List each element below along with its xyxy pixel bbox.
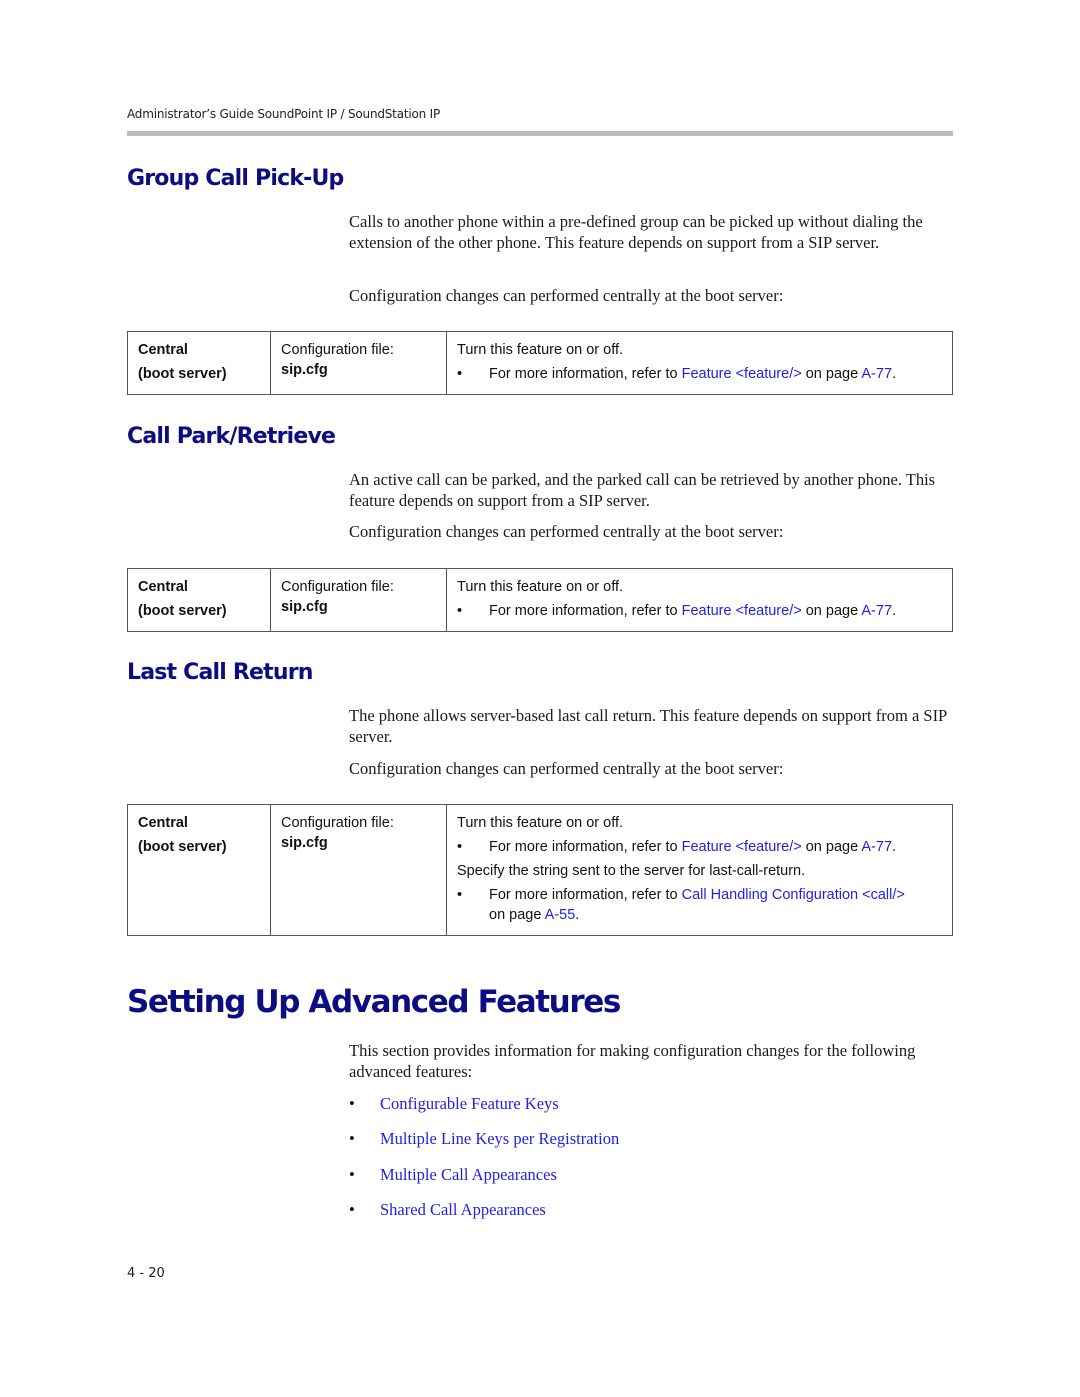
scope-cell: Central (boot server) — [127, 804, 271, 936]
reference-prefix: For more information, refer to — [489, 603, 682, 619]
bullet-icon: • — [349, 1129, 355, 1149]
config-file-name: sip.cfg — [281, 362, 328, 378]
section-title-group-call-pickup: Group Call Pick-Up — [127, 166, 344, 191]
reference-suffix: . — [892, 839, 897, 855]
section-paragraph: Configuration changes can performed cent… — [349, 522, 784, 541]
bullet-icon: • — [349, 1164, 355, 1184]
page-link[interactable]: A-77 — [861, 603, 892, 619]
bullet-icon: • — [457, 603, 463, 619]
reference-bullet: • For more information, refer to Feature… — [457, 599, 942, 623]
advanced-features-list: • Configurable Feature Keys • Multiple Lin… — [349, 1094, 619, 1235]
section-paragraph: Calls to another phone within a pre-defi… — [349, 212, 923, 252]
scope-cell: Central (boot server) — [127, 331, 271, 395]
list-item: • Multiple Line Keys per Registration — [349, 1129, 619, 1164]
header-rule — [127, 131, 953, 136]
config-file-name: sip.cfg — [281, 599, 328, 615]
reference-bullet: • For more information, refer to Feature… — [457, 362, 942, 386]
feature-link[interactable]: Feature <feature/> — [682, 603, 802, 619]
reference-mid: on page — [801, 366, 862, 382]
reference-prefix: For more information, refer to — [489, 887, 682, 903]
bullet-icon: • — [457, 839, 463, 855]
multiple-line-keys-link[interactable]: Multiple Line Keys per Registration — [380, 1129, 619, 1149]
description-cell: Turn this feature on or off. • For more … — [446, 568, 953, 632]
running-header: Administrator’s Guide SoundPoint IP / So… — [127, 107, 441, 121]
reference-suffix: . — [892, 366, 897, 382]
table-row: Central (boot server) Configuration file… — [127, 804, 953, 936]
chapter-title-advanced-features: Setting Up Advanced Features — [127, 984, 621, 1020]
advanced-intro: This section provides information for ma… — [349, 1041, 916, 1081]
config-file-label: Configuration file: — [281, 815, 394, 831]
config-table-group-call-pickup: Central (boot server) Configuration file… — [127, 331, 953, 395]
description-text: Turn this feature on or off. — [457, 815, 624, 831]
bullet-icon: • — [349, 1199, 355, 1219]
scope-sublabel: (boot server) — [138, 366, 227, 382]
config-file-name: sip.cfg — [281, 835, 328, 851]
config-file-label: Configuration file: — [281, 342, 394, 358]
reference-bullet: • For more information, refer to Feature… — [457, 835, 942, 859]
section-paragraph: Configuration changes can performed cent… — [349, 286, 784, 305]
reference-suffix: . — [892, 603, 897, 619]
scope-cell: Central (boot server) — [127, 568, 271, 632]
feature-link[interactable]: Feature <feature/> — [682, 366, 802, 382]
scope-label: Central — [138, 342, 188, 358]
call-handling-link[interactable]: Call Handling Configuration <call/> — [682, 887, 905, 903]
config-file-cell: Configuration file: sip.cfg — [270, 568, 447, 632]
list-item: • Shared Call Appearances — [349, 1200, 619, 1235]
section-paragraph: An active call can be parked, and the pa… — [349, 470, 936, 510]
configurable-feature-keys-link[interactable]: Configurable Feature Keys — [380, 1094, 559, 1114]
scope-sublabel: (boot server) — [138, 603, 227, 619]
scope-label: Central — [138, 815, 188, 831]
config-file-label: Configuration file: — [281, 579, 394, 595]
reference-prefix: For more information, refer to — [489, 839, 682, 855]
bullet-icon: • — [349, 1094, 355, 1113]
reference-mid: on page — [801, 839, 862, 855]
page-link[interactable]: A-77 — [861, 366, 892, 382]
config-table-last-call-return: Central (boot server) Configuration file… — [127, 804, 953, 936]
description-text: Specify the string sent to the server fo… — [457, 863, 806, 879]
reference-mid: on page — [489, 907, 545, 923]
scope-sublabel: (boot server) — [138, 839, 227, 855]
description-cell: Turn this feature on or off. • For more … — [446, 331, 953, 395]
reference-prefix: For more information, refer to — [489, 366, 682, 382]
table-row: Central (boot server) Configuration file… — [127, 331, 953, 395]
section-title-last-call-return: Last Call Return — [127, 660, 313, 685]
reference-suffix: . — [575, 907, 580, 923]
table-row: Central (boot server) Configuration file… — [127, 568, 953, 632]
config-file-cell: Configuration file: sip.cfg — [270, 804, 447, 936]
description-cell: Turn this feature on or off. • For more … — [446, 804, 953, 936]
section-paragraph: The phone allows server-based last call … — [349, 706, 947, 746]
config-file-cell: Configuration file: sip.cfg — [270, 331, 447, 395]
description-text: Turn this feature on or off. — [457, 579, 624, 595]
description-text: Turn this feature on or off. — [457, 342, 624, 358]
reference-bullet: • For more information, refer to Call Ha… — [457, 883, 942, 927]
shared-call-appearances-link[interactable]: Shared Call Appearances — [380, 1200, 546, 1220]
section-title-call-park-retrieve: Call Park/Retrieve — [127, 424, 336, 449]
multiple-call-appearances-link[interactable]: Multiple Call Appearances — [380, 1165, 557, 1185]
page-number: 4 - 20 — [127, 1266, 165, 1281]
bullet-icon: • — [457, 366, 463, 382]
list-item: • Configurable Feature Keys — [349, 1094, 619, 1129]
feature-link[interactable]: Feature <feature/> — [682, 839, 802, 855]
section-paragraph: Configuration changes can performed cent… — [349, 759, 784, 778]
list-item: • Multiple Call Appearances — [349, 1165, 619, 1200]
scope-label: Central — [138, 579, 188, 595]
page-link[interactable]: A-77 — [861, 839, 892, 855]
bullet-icon: • — [457, 887, 463, 903]
page-link[interactable]: A-55 — [545, 907, 576, 923]
reference-mid: on page — [801, 603, 862, 619]
config-table-call-park-retrieve: Central (boot server) Configuration file… — [127, 568, 953, 632]
